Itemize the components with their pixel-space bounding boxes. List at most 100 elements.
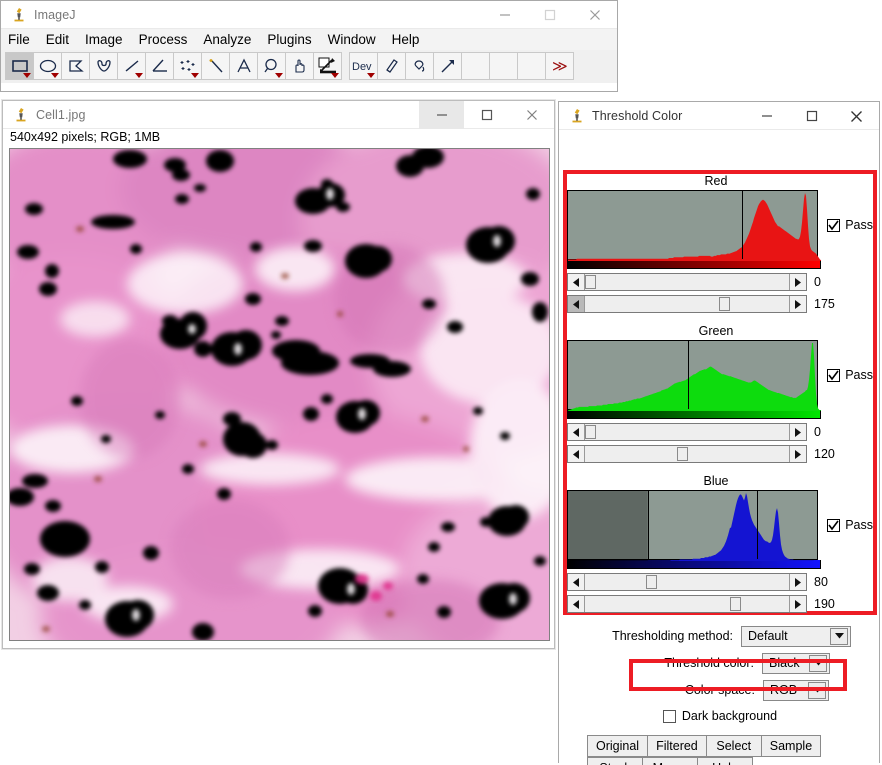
channel-green-min-slider[interactable]: 0 [567, 423, 873, 441]
chevron-down-icon[interactable] [830, 628, 848, 645]
empty-slot-1[interactable] [461, 52, 490, 80]
original-button[interactable]: Original [587, 735, 648, 757]
maximize-icon[interactable] [527, 1, 572, 29]
point-tool-dropdown-icon[interactable] [191, 73, 199, 78]
channel-blue-min-thumb[interactable] [646, 575, 657, 589]
channel-blue-min-slider[interactable]: 80 [567, 573, 873, 591]
channel-red-min-left-arrow-icon[interactable] [568, 274, 585, 290]
channel-green-pass-checkbox[interactable] [827, 369, 840, 382]
menu-image[interactable]: Image [85, 32, 123, 47]
channel-red-max-slider[interactable]: 175 [567, 295, 873, 313]
stack-button[interactable]: Stack [587, 757, 643, 765]
flood-fill-tool[interactable] [405, 52, 434, 80]
magnifier-tool[interactable] [257, 52, 286, 80]
channel-blue-max-left-arrow-icon[interactable] [568, 596, 585, 612]
rectangle-tool-dropdown-icon[interactable] [23, 73, 31, 78]
channel-red-min-slider[interactable]: 0 [567, 273, 873, 291]
channel-green-min-left-arrow-icon[interactable] [568, 424, 585, 440]
help-button[interactable]: Help [697, 757, 753, 765]
minimize-icon[interactable] [419, 101, 464, 129]
rectangle-tool[interactable] [5, 52, 34, 80]
menu-help[interactable]: Help [392, 32, 420, 47]
brush-tool[interactable] [377, 52, 406, 80]
thresholding-method-select[interactable]: Default [741, 626, 851, 647]
angle-tool[interactable] [145, 52, 174, 80]
empty-slot-3[interactable] [517, 52, 546, 80]
channel-red-histogram[interactable] [567, 190, 818, 260]
more-tools-button[interactable]: ≫ [545, 52, 574, 80]
channel-green-max-thumb[interactable] [677, 447, 688, 461]
thresholding-method-label: Thresholding method: [589, 629, 741, 643]
filtered-button[interactable]: Filtered [647, 735, 707, 757]
select-button[interactable]: Select [706, 735, 762, 757]
maximize-icon[interactable] [464, 101, 509, 129]
channel-blue-pass-checkbox[interactable] [827, 519, 840, 532]
channel-green-min-right-arrow-icon[interactable] [789, 424, 806, 440]
channel-blue-max-track[interactable] [567, 595, 807, 613]
channel-green-min-track[interactable] [567, 423, 807, 441]
channel-blue-min-left-arrow-icon[interactable] [568, 574, 585, 590]
channel-green-max-left-arrow-icon[interactable] [568, 446, 585, 462]
line-tool[interactable] [117, 52, 146, 80]
menu-analyze[interactable]: Analyze [203, 32, 251, 47]
channel-red-min-thumb[interactable] [585, 275, 596, 289]
channel-green-pass[interactable]: Pass [827, 368, 873, 382]
channel-blue-min-track[interactable] [567, 573, 807, 591]
channel-red-pass-checkbox[interactable] [827, 219, 840, 232]
channel-green-min-thumb[interactable] [585, 425, 596, 439]
channel-red-pass[interactable]: Pass [827, 218, 873, 232]
hand-tool[interactable] [285, 52, 314, 80]
channel-red-max-left-arrow-icon[interactable] [568, 296, 585, 312]
dark-background-checkbox[interactable] [663, 710, 676, 723]
color-space-annotation-box [629, 659, 847, 691]
empty-slot-2[interactable] [489, 52, 518, 80]
channel-green-max-track[interactable] [567, 445, 807, 463]
image-canvas[interactable] [9, 148, 550, 641]
threshold-buttons-row-2: Stack Macro Help [587, 757, 881, 765]
thresholding-method-value: Default [742, 629, 826, 643]
menu-edit[interactable]: Edit [46, 32, 69, 47]
channel-blue-histogram[interactable] [567, 490, 818, 560]
wand-tool[interactable] [201, 52, 230, 80]
oval-tool-dropdown-icon[interactable] [51, 73, 59, 78]
close-icon[interactable] [572, 1, 617, 29]
minimize-icon[interactable] [482, 1, 527, 29]
channel-green-histogram[interactable] [567, 340, 818, 410]
dropper-tool-dropdown-icon[interactable] [331, 73, 339, 78]
sample-button[interactable]: Sample [761, 735, 821, 757]
channel-red-min-track[interactable] [567, 273, 807, 291]
channel-blue-min-right-arrow-icon[interactable] [789, 574, 806, 590]
channel-red-pass-label: Pass [845, 218, 873, 232]
macro-button[interactable]: Macro [642, 757, 698, 765]
line-tool-dropdown-icon[interactable] [135, 73, 143, 78]
freehand-tool[interactable] [89, 52, 118, 80]
channel-green-max-slider[interactable]: 120 [567, 445, 873, 463]
oval-tool[interactable] [33, 52, 62, 80]
channel-blue-max-slider[interactable]: 190 [567, 595, 873, 613]
channel-red-max-right-arrow-icon[interactable] [789, 296, 806, 312]
polygon-tool[interactable] [61, 52, 90, 80]
channel-red-max-track[interactable] [567, 295, 807, 313]
channel-green-max-right-arrow-icon[interactable] [789, 446, 806, 462]
menu-window[interactable]: Window [328, 32, 376, 47]
menu-file[interactable]: File [8, 32, 30, 47]
menu-plugins[interactable]: Plugins [267, 32, 311, 47]
magnifier-tool-dropdown-icon[interactable] [275, 73, 283, 78]
close-icon[interactable] [834, 102, 879, 130]
channel-blue-pass[interactable]: Pass [827, 518, 873, 532]
channel-blue-max-right-arrow-icon[interactable] [789, 596, 806, 612]
maximize-icon[interactable] [789, 102, 834, 130]
channel-blue-max-thumb[interactable] [730, 597, 741, 611]
minimize-icon[interactable] [744, 102, 789, 130]
dev-tool[interactable]: Dev [349, 52, 378, 80]
dark-background-row[interactable]: Dark background [559, 705, 881, 727]
channel-red-max-thumb[interactable] [719, 297, 730, 311]
channel-red-min-right-arrow-icon[interactable] [789, 274, 806, 290]
dropper-tool[interactable] [313, 52, 342, 80]
arrow-tool[interactable] [433, 52, 462, 80]
close-icon[interactable] [509, 101, 554, 129]
text-tool[interactable] [229, 52, 258, 80]
menu-process[interactable]: Process [139, 32, 188, 47]
point-tool[interactable] [173, 52, 202, 80]
dev-tool-dropdown-icon[interactable] [367, 73, 375, 78]
